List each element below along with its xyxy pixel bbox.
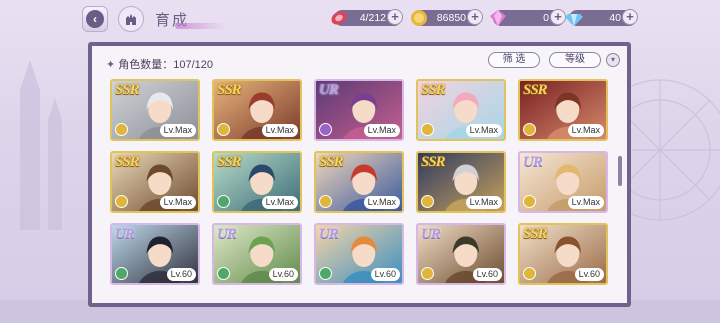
rarity-badge: SSR [523,226,548,242]
back-button[interactable]: ‹ [82,6,108,32]
filter-button[interactable]: 筛 选 [488,52,540,68]
level-label: Lv.60 [574,268,604,281]
attribute-icon [217,123,230,136]
character-card[interactable]: UR Lv.60 [212,223,302,285]
character-card[interactable]: SSR Lv.Max [110,79,200,141]
rarity-badge: SSR [421,154,446,170]
level-label: Lv.60 [166,268,196,281]
rarity-badge: SSR [217,82,242,98]
attribute-icon [523,267,536,280]
character-card[interactable]: SSR Lv.Max [416,79,506,141]
attribute-icon [319,123,332,136]
character-list-panel: ✦ 角色数量：107/120 筛 选 等级 ▾ SSR Lv.Max SSR Lv.Ma… [88,42,631,307]
attribute-icon [217,195,230,208]
blue-diamond-icon [565,14,583,26]
resource-coins: 86850 + [411,9,483,26]
sort-order-toggle[interactable]: ▾ [606,53,620,67]
attribute-icon [319,195,332,208]
rarity-badge: UR [523,154,543,170]
character-card[interactable]: SSR Lv.Max [110,151,200,213]
coin-icon [411,10,427,26]
back-arrow-icon: ‹ [86,10,104,28]
attribute-icon [217,267,230,280]
title-underline-decoration [175,23,225,29]
attribute-icon [319,267,332,280]
rarity-badge: UR [319,82,339,98]
attribute-icon [421,123,434,136]
pink-gem-icon [490,10,506,26]
add-coins-button[interactable]: + [467,9,483,25]
stamina-value: 4/212 [359,12,386,24]
attribute-icon [523,195,536,208]
home-button[interactable] [118,6,144,32]
level-label: Lv.Max [363,124,400,137]
rarity-badge: UR [217,226,237,242]
blue-gems-value: 40 [609,12,621,24]
resource-gems-pink: 0 + [490,9,566,26]
coins-value: 86850 [436,12,466,24]
level-label: Lv.Max [465,196,502,209]
scrollbar-thumb[interactable] [618,156,622,186]
level-label: Lv.Max [159,196,196,209]
level-label: Lv.Max [465,124,502,137]
sort-level-button[interactable]: 等级 [549,52,601,68]
character-card[interactable]: SSR Lv.Max [416,151,506,213]
rarity-badge: SSR [319,154,344,170]
attribute-icon [421,267,434,280]
rarity-badge: UR [115,226,135,242]
rarity-badge: SSR [115,154,140,170]
level-label: Lv.Max [261,124,298,137]
rarity-badge: SSR [421,82,446,98]
character-card[interactable]: SSR Lv.60 [518,223,608,285]
character-card[interactable]: UR Lv.60 [314,223,404,285]
resource-stamina: 4/212 + [331,9,403,26]
candy-icon [331,11,347,25]
level-label: Lv.Max [567,124,604,137]
attribute-icon [421,195,434,208]
top-bar: ‹ 育成 4/212 + 86850 + 0 + 40 + [0,0,720,36]
character-card[interactable]: UR Lv.60 [416,223,506,285]
character-card[interactable]: UR Lv.Max [518,151,608,213]
sparkle-icon: ✦ [106,59,116,71]
character-card[interactable]: SSR Lv.Max [518,79,608,141]
level-label: Lv.60 [370,268,400,281]
level-label: Lv.Max [567,196,604,209]
attribute-icon [523,123,536,136]
character-card[interactable]: UR Lv.60 [110,223,200,285]
level-label: Lv.Max [261,196,298,209]
attribute-icon [115,195,128,208]
level-label: Lv.60 [268,268,298,281]
character-card[interactable]: SSR Lv.Max [212,79,302,141]
add-stamina-button[interactable]: + [387,9,403,25]
resource-gems-blue: 40 + [565,9,638,26]
level-label: Lv.Max [363,196,400,209]
character-count-text: 角色数量：107/120 [118,59,213,71]
level-label: Lv.Max [159,124,196,137]
character-card[interactable]: UR Lv.Max [314,79,404,141]
attribute-icon [115,267,128,280]
character-card[interactable]: SSR Lv.Max [212,151,302,213]
attribute-icon [115,123,128,136]
rarity-badge: SSR [523,82,548,98]
add-blue-gems-button[interactable]: + [622,9,638,25]
character-card[interactable]: SSR Lv.Max [314,151,404,213]
character-count: ✦ 角色数量：107/120 [106,56,213,72]
pink-gems-value: 0 [543,12,549,24]
rarity-badge: UR [421,226,441,242]
rarity-badge: UR [319,226,339,242]
character-grid[interactable]: SSR Lv.Max SSR Lv.Max UR Lv.Max SSR Lv.Max SSR Lv… [110,79,615,299]
rarity-badge: SSR [115,82,140,98]
rarity-badge: SSR [217,154,242,170]
level-label: Lv.60 [472,268,502,281]
castle-icon [126,14,136,25]
